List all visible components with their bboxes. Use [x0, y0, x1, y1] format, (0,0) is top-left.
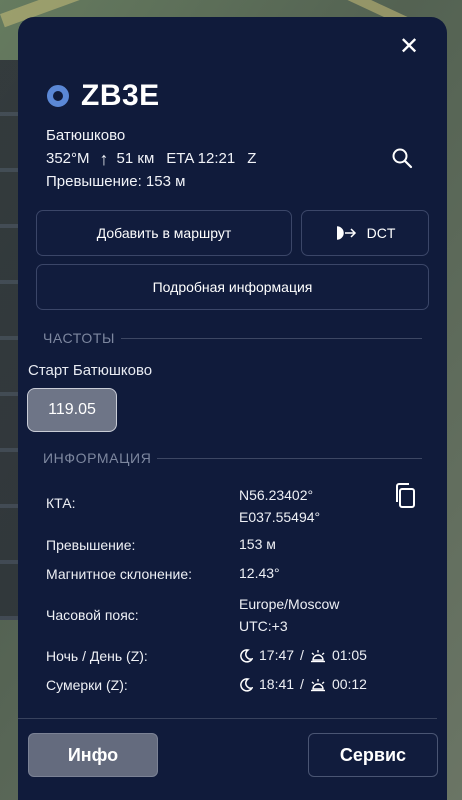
night-day-label: Ночь / День (Z): — [46, 648, 148, 664]
waypoint-icon — [47, 85, 69, 107]
timezone-offset: UTC:+3 — [239, 618, 288, 634]
frequencies-section-title: ЧАСТОТЫ — [43, 330, 115, 346]
elevation-value: 153 м — [239, 536, 276, 552]
frequency-value: 119.05 — [48, 401, 96, 418]
bottom-divider — [18, 718, 437, 719]
eta-zone: Z — [247, 150, 257, 167]
day-time: 01:05 — [331, 647, 367, 663]
section-divider — [120, 337, 422, 339]
eta: ETA 12:21 — [166, 150, 236, 167]
info-section-title: ИНФОРМАЦИЯ — [43, 450, 152, 466]
dct-label: DCT — [366, 225, 396, 241]
elevation-label: Превышение: — [46, 537, 136, 553]
twilight-dusk: 18:41 — [259, 676, 295, 692]
frequency-station: Старт Батюшково — [28, 362, 153, 379]
moon-icon — [240, 678, 253, 692]
map-side-toolbar — [0, 60, 18, 620]
tab-service-label: Сервис — [339, 744, 407, 765]
waypoint-title: ZB3E — [81, 79, 160, 112]
waypoint-route-line: 352°M ↑ 51 км ETA 12:21 Z — [46, 148, 257, 169]
info-section-header: ИНФОРМАЦИЯ — [43, 450, 422, 466]
frequencies-section-header: ЧАСТОТЫ — [43, 330, 422, 346]
timezone-value: Europe/Moscow UTC:+3 — [239, 593, 339, 637]
add-to-route-label: Добавить в маршрут — [96, 225, 232, 241]
dct-icon — [336, 226, 356, 240]
search-button[interactable] — [391, 147, 415, 171]
section-divider — [157, 457, 422, 459]
detailed-info-label: Подробная информация — [152, 279, 313, 295]
sun-icon — [310, 679, 325, 692]
twilight-label: Сумерки (Z): — [46, 677, 128, 693]
tab-info-label: Инфо — [67, 744, 119, 765]
twilight-value: 18:41 / 00:12 — [239, 673, 367, 695]
kta-lat: N56.23402° — [239, 487, 314, 503]
tab-info[interactable]: Инфо — [28, 733, 158, 777]
timezone-label: Часовой пояс: — [46, 607, 139, 623]
twilight-dawn: 00:12 — [331, 676, 367, 692]
timezone-name: Europe/Moscow — [239, 596, 340, 612]
waypoint-info-panel: ✕ ZB3E Батюшково 352°M ↑ 51 км ETA 12:21… — [18, 17, 447, 800]
dct-button[interactable]: DCT — [301, 210, 429, 256]
kta-label: КТА: — [46, 495, 76, 511]
add-to-route-button[interactable]: Добавить в маршрут — [36, 210, 292, 256]
kta-value: N56.23402° E037.55494° — [239, 484, 320, 528]
sun-icon — [310, 650, 325, 663]
magvar-value: 12.43° — [239, 565, 280, 581]
distance: 51 км — [116, 150, 155, 167]
tab-service[interactable]: Сервис — [308, 733, 438, 777]
waypoint-elevation: Превышение: 153 м — [46, 173, 186, 190]
separator: / — [300, 647, 304, 663]
kta-lon: E037.55494° — [239, 509, 321, 525]
waypoint-header: ZB3E — [47, 79, 160, 113]
waypoint-place: Батюшково — [46, 127, 126, 144]
detailed-info-button[interactable]: Подробная информация — [36, 264, 429, 310]
search-icon — [392, 148, 413, 169]
bearing: 352°M — [46, 150, 90, 167]
night-day-value: 17:47 / 01:05 — [239, 644, 367, 666]
close-icon: ✕ — [398, 33, 420, 60]
copy-icon — [396, 483, 415, 508]
magvar-label: Магнитное склонение: — [46, 566, 193, 582]
close-button[interactable]: ✕ — [395, 33, 423, 61]
frequency-chip[interactable]: 119.05 — [27, 388, 117, 432]
moon-icon — [240, 649, 253, 663]
copy-coordinates-button[interactable] — [393, 482, 419, 510]
separator: / — [300, 676, 304, 692]
arrow-up-icon: ↑ — [99, 148, 109, 169]
night-time: 17:47 — [259, 647, 295, 663]
